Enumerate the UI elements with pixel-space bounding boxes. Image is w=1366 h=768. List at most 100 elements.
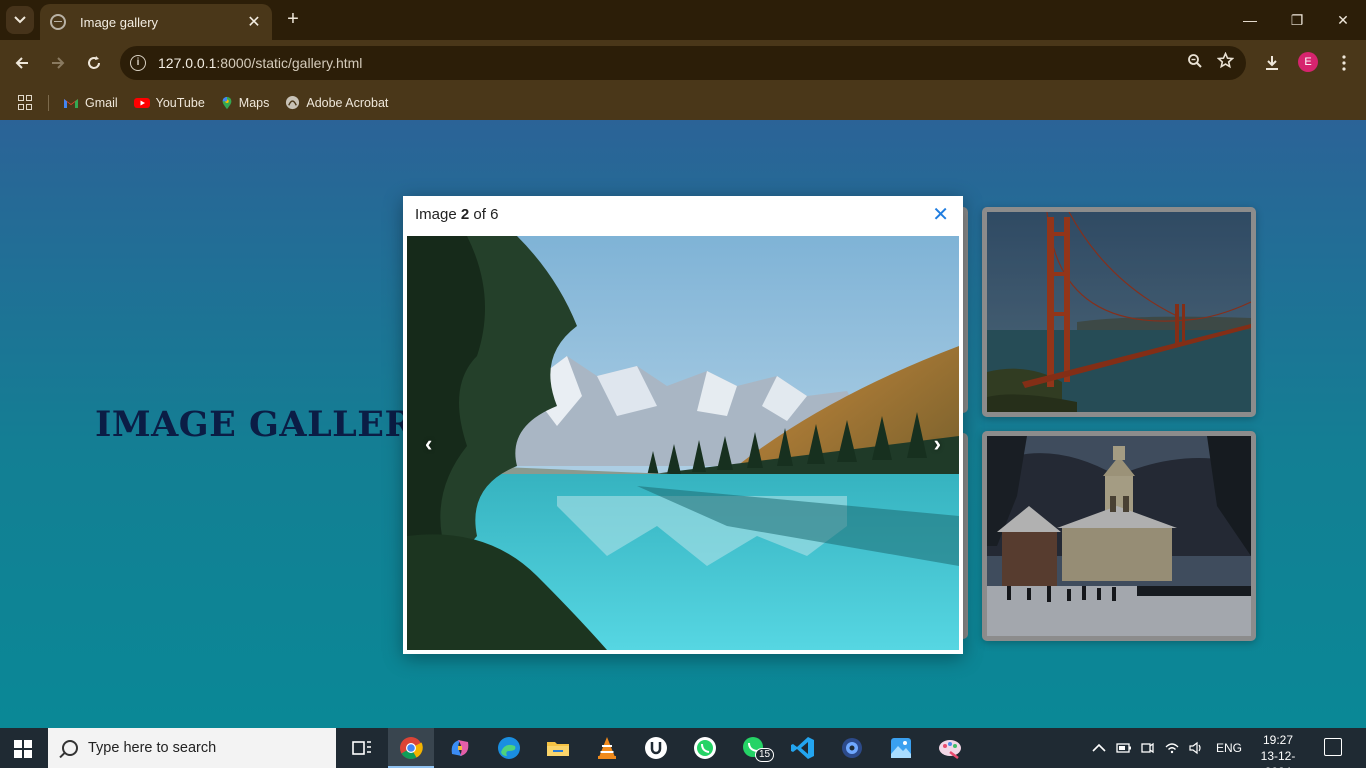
previous-image-button[interactable]: ‹ bbox=[425, 431, 432, 457]
vlc-icon[interactable] bbox=[593, 734, 621, 762]
mountain-lake-image bbox=[407, 236, 959, 650]
bookmark-star-icon[interactable] bbox=[1210, 51, 1240, 74]
gmail-icon bbox=[64, 98, 78, 108]
wifi-icon[interactable] bbox=[1164, 741, 1180, 755]
apps-grid-icon[interactable] bbox=[18, 94, 34, 111]
chrome-glyph bbox=[400, 737, 423, 759]
gallery-thumbnail-church[interactable] bbox=[982, 431, 1256, 641]
app-camera-icon[interactable] bbox=[838, 734, 866, 762]
folder-glyph bbox=[547, 742, 569, 756]
youtube-icon bbox=[133, 97, 150, 108]
windows-start-icon[interactable] bbox=[14, 740, 32, 758]
bookmarks-separator bbox=[48, 94, 49, 111]
browser-toolbar: i 127.0.0.1:8000/static/gallery.html E bbox=[0, 40, 1366, 85]
minimize-button[interactable]: — bbox=[1236, 8, 1264, 32]
page-title: IMAGE GALLERY bbox=[95, 404, 439, 445]
whatsapp-web-icon[interactable] bbox=[691, 734, 719, 762]
photos-icon[interactable] bbox=[887, 734, 915, 762]
search-placeholder: Type here to search bbox=[88, 740, 217, 756]
bookmark-label: Maps bbox=[238, 95, 270, 110]
copilot-glyph bbox=[451, 740, 469, 756]
vlc-glyph bbox=[598, 737, 616, 759]
forward-button[interactable] bbox=[45, 50, 71, 76]
bookmark-gmail[interactable]: Gmail bbox=[63, 96, 118, 110]
system-tray: ENG bbox=[1092, 728, 1242, 768]
zoom-icon[interactable] bbox=[1180, 53, 1210, 74]
reload-icon bbox=[88, 56, 100, 69]
clock-date: 13-12-2024 bbox=[1260, 749, 1296, 768]
copilot-icon[interactable] bbox=[446, 734, 474, 762]
bookmark-acrobat[interactable]: Adobe Acrobat bbox=[285, 95, 388, 110]
paint-icon[interactable] bbox=[936, 734, 964, 762]
globe-icon bbox=[50, 14, 66, 30]
vscode-icon[interactable] bbox=[789, 734, 817, 762]
u-badge-glyph bbox=[645, 737, 667, 759]
chrome-icon[interactable] bbox=[397, 734, 425, 762]
whatsapp-icon[interactable]: 15 bbox=[740, 734, 775, 762]
edge-icon[interactable] bbox=[495, 734, 523, 762]
task-view-icon[interactable] bbox=[348, 734, 376, 762]
total-image-count: 6 bbox=[490, 206, 499, 223]
whatsapp-glyph bbox=[694, 737, 716, 759]
magnifier-icon bbox=[1188, 53, 1202, 68]
bridge-image bbox=[987, 212, 1251, 412]
star-icon bbox=[1216, 51, 1234, 69]
bookmark-label: YouTube bbox=[155, 95, 205, 110]
profile-avatar[interactable]: E bbox=[1298, 52, 1318, 72]
lightbox-image: ‹ › bbox=[407, 236, 959, 650]
browser-tab[interactable]: Image gallery ✕ bbox=[40, 4, 272, 40]
church-image bbox=[987, 436, 1251, 636]
acrobat-icon bbox=[286, 95, 300, 110]
windows-taskbar: Type here to search 15 ENG 19:27 13-12- bbox=[0, 728, 1366, 768]
gallery-thumbnail-bridge[interactable] bbox=[982, 207, 1256, 417]
tab-search-button[interactable] bbox=[6, 6, 34, 34]
bookmark-label: Adobe Acrobat bbox=[306, 95, 389, 110]
bookmark-maps[interactable]: Maps bbox=[221, 95, 270, 110]
chevron-down-icon bbox=[14, 16, 26, 24]
palette-glyph bbox=[939, 740, 961, 759]
current-image-number: 2 bbox=[460, 206, 470, 223]
bookmark-youtube[interactable]: YouTube bbox=[133, 95, 205, 110]
language-indicator[interactable]: ENG bbox=[1216, 741, 1242, 755]
tab-close-icon[interactable]: ✕ bbox=[246, 12, 262, 32]
chevron-up-icon[interactable] bbox=[1092, 743, 1106, 753]
address-bar[interactable]: i 127.0.0.1:8000/static/gallery.html bbox=[120, 46, 1246, 80]
window-close-button[interactable]: ✕ bbox=[1329, 8, 1357, 32]
back-button[interactable] bbox=[9, 50, 35, 76]
taskbar-search-input[interactable]: Type here to search bbox=[48, 728, 336, 768]
browser-tab-bar: Image gallery ✕ + — ❐ ✕ bbox=[0, 0, 1366, 40]
lightbox-close-icon[interactable]: ✕ bbox=[932, 204, 949, 226]
back-arrow-icon bbox=[15, 57, 28, 69]
download-icon bbox=[1266, 56, 1278, 70]
battery-icon[interactable] bbox=[1116, 742, 1132, 754]
gallery-page: IMAGE GALLERY Image 2 of 6 ✕ ‹ › bbox=[0, 120, 1366, 728]
clock-time: 19:27 bbox=[1262, 733, 1294, 747]
bookmark-label: Gmail bbox=[85, 95, 118, 110]
notification-center-icon[interactable] bbox=[1324, 738, 1342, 756]
vscode-glyph bbox=[791, 737, 814, 759]
taskbar-clock[interactable]: 19:27 13-12-2024 bbox=[1248, 732, 1308, 768]
search-icon bbox=[62, 740, 78, 756]
file-explorer-icon[interactable] bbox=[544, 734, 572, 762]
whatsapp-badge: 15 bbox=[755, 748, 775, 762]
photos-glyph bbox=[891, 738, 911, 758]
bookmarks-bar: Gmail YouTube Maps Adobe Acrobat bbox=[0, 85, 1366, 120]
app-u-icon[interactable] bbox=[642, 734, 670, 762]
reload-button[interactable] bbox=[81, 50, 107, 76]
url-text[interactable]: 127.0.0.1:8000/static/gallery.html bbox=[158, 55, 1180, 71]
forward-arrow-icon bbox=[52, 57, 65, 69]
maps-icon bbox=[222, 96, 232, 109]
site-info-icon[interactable]: i bbox=[130, 55, 146, 71]
image-counter: Image 2 of 6 bbox=[415, 206, 499, 223]
camera-tray-icon[interactable] bbox=[1140, 741, 1154, 755]
next-image-button[interactable]: › bbox=[934, 431, 941, 457]
new-tab-button[interactable]: + bbox=[282, 8, 304, 30]
task-view-glyph bbox=[352, 741, 371, 755]
downloads-button[interactable] bbox=[1259, 50, 1285, 76]
kebab-menu-icon bbox=[1342, 55, 1346, 71]
browser-menu-button[interactable] bbox=[1331, 50, 1357, 76]
tab-title: Image gallery bbox=[80, 14, 159, 30]
volume-icon[interactable] bbox=[1188, 741, 1204, 755]
camera-glyph bbox=[842, 738, 862, 758]
maximize-button[interactable]: ❐ bbox=[1283, 8, 1311, 32]
